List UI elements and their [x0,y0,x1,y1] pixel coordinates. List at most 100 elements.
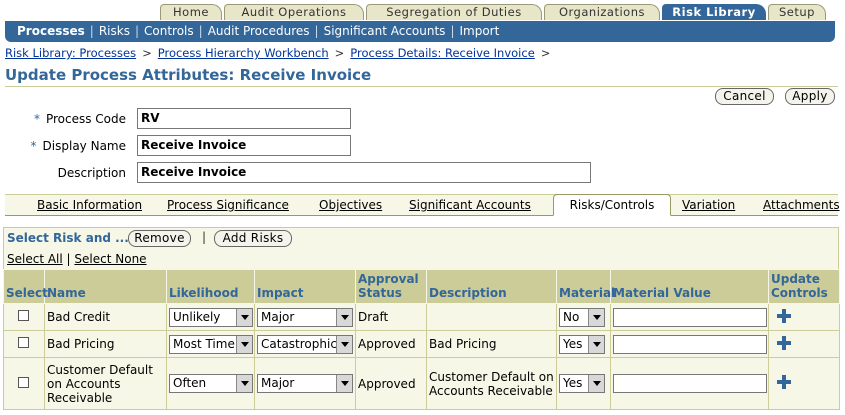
approval-status: Draft [355,303,427,331]
col-name: Name [44,269,167,304]
tab-basic-information[interactable]: Basic Information [37,198,142,212]
col-select: Select [3,269,48,304]
top-tab-bar: Home Audit Operations Segregation of Dut… [0,0,845,22]
add-risks-button[interactable]: Add Risks [214,230,292,247]
table-toolbar: Select Risk and ... Remove | Add Risks [3,227,839,249]
breadcrumb-process-details[interactable]: Process Details: Receive Invoice [350,46,534,60]
breadcrumb-process-hierarchy-workbench[interactable]: Process Hierarchy Workbench [158,46,329,60]
plus-icon[interactable] [777,335,791,350]
process-code-label: * Process Code [33,112,126,126]
subnav-processes[interactable]: Processes [17,24,85,38]
subnav-audit-procedures[interactable]: Audit Procedures [208,24,310,38]
impact-select[interactable]: Major [257,307,353,327]
tab-home[interactable]: Home [160,4,222,20]
material-value-input[interactable] [613,307,767,327]
material-value-input[interactable] [613,334,767,354]
col-approval-status: Approval Status [355,269,427,304]
chevron-down-icon [336,335,352,353]
col-impact: Impact [254,269,356,304]
approval-status: Approved [355,357,427,410]
apply-button[interactable]: Apply [785,88,835,105]
approval-status: Approved [355,330,427,358]
likelihood-select[interactable]: Unlikely [169,307,253,327]
risk-description [426,303,557,331]
toolbar-separator: | [202,230,207,244]
col-likelihood: Likelihood [166,269,255,304]
remove-button[interactable]: Remove [128,230,191,247]
chevron-down-icon [236,308,252,326]
row-select-checkbox[interactable] [18,376,29,388]
table-header-row: Select Name Likelihood Impact Approval S… [3,269,840,304]
risks-table: Select Name Likelihood Impact Approval S… [3,269,840,410]
display-name-input[interactable]: Receive Invoice [137,135,351,156]
subnav-import[interactable]: Import [459,24,499,38]
material-select[interactable]: No [559,307,605,327]
risk-name[interactable]: Bad Pricing [44,330,167,358]
title-divider [5,86,838,87]
impact-select[interactable]: Major [257,374,353,393]
likelihood-select[interactable]: Most Time [169,334,253,354]
chevron-down-icon [336,308,352,326]
subnav-controls[interactable]: Controls [144,24,194,38]
tab-variation[interactable]: Variation [682,198,735,212]
select-risk-label: Select Risk and ... [7,231,129,245]
select-all-link[interactable]: Select All [7,252,63,266]
required-marker: * [30,139,37,153]
col-update-controls: Update Controls [768,269,840,304]
col-material-value: Material Value [610,269,769,304]
page-title: Update Process Attributes: Receive Invoi… [5,66,372,84]
tab-significant-accounts[interactable]: Significant Accounts [409,198,531,212]
tab-risks-controls[interactable]: Risks/Controls [553,194,671,216]
row-select-checkbox[interactable] [18,310,29,321]
tab-setup[interactable]: Setup [768,4,826,20]
breadcrumb: Risk Library: Processes > Process Hierarch… [5,46,556,60]
risk-name[interactable]: Bad Credit [44,303,167,331]
tab-segregation-of-duties[interactable]: Segregation of Duties [366,4,542,20]
plus-icon[interactable] [777,375,791,389]
subnav-risks[interactable]: Risks [99,24,130,38]
required-marker: * [33,112,40,126]
select-links: Select All | Select None [3,249,839,269]
material-select[interactable]: Yes [559,374,605,393]
tab-objectives[interactable]: Objectives [319,198,382,212]
breadcrumb-risk-library-processes[interactable]: Risk Library: Processes [5,46,136,60]
col-material: Material [556,269,615,304]
plus-icon[interactable] [777,308,791,323]
material-value-input[interactable] [613,374,767,393]
display-name-label: * Display Name [30,139,126,153]
tab-audit-operations[interactable]: Audit Operations [224,4,364,20]
chevron-down-icon [336,375,352,392]
risk-name[interactable]: Customer Default on Accounts Receivable [44,357,167,410]
row-select-checkbox[interactable] [18,337,29,348]
description-input[interactable]: Receive Invoice [137,162,591,183]
subnav-significant-accounts[interactable]: Significant Accounts [324,24,446,38]
impact-select[interactable]: Catastrophic [257,334,353,354]
select-separator: | [66,252,71,266]
detail-tab-bar: Basic Information Process Significance O… [5,194,840,216]
process-code-input[interactable]: RV [137,108,351,129]
material-select[interactable]: Yes [559,334,605,354]
select-none-link[interactable]: Select None [74,252,146,266]
table-row: Bad Credit Unlikely Major Draft No [3,303,840,331]
tab-process-significance[interactable]: Process Significance [167,198,289,212]
likelihood-select[interactable]: Often [169,374,253,393]
chevron-down-icon [588,335,604,353]
breadcrumb-separator: > [334,46,345,60]
tab-attachments[interactable]: Attachments [763,198,840,212]
tab-risk-library[interactable]: Risk Library [662,4,766,20]
table-row: Bad Pricing Most Time Catastrophic Appro… [3,330,840,358]
description-label: Description [57,166,126,180]
chevron-down-icon [236,335,252,353]
risk-description: Bad Pricing [426,330,557,358]
chevron-down-icon [236,375,252,392]
breadcrumb-separator: > [540,46,551,60]
chevron-down-icon [588,308,604,326]
col-description: Description [426,269,557,304]
table-row: Customer Default on Accounts Receivable … [3,357,840,410]
tab-organizations[interactable]: Organizations [544,4,660,20]
risk-description: Customer Default on Accounts Receivable [426,357,557,410]
chevron-down-icon [588,375,604,392]
breadcrumb-separator: > [142,46,152,60]
sub-navigation-bar: Processes | Risks | Controls | Audit Procedure… [5,21,835,42]
cancel-button[interactable]: Cancel [715,88,774,105]
